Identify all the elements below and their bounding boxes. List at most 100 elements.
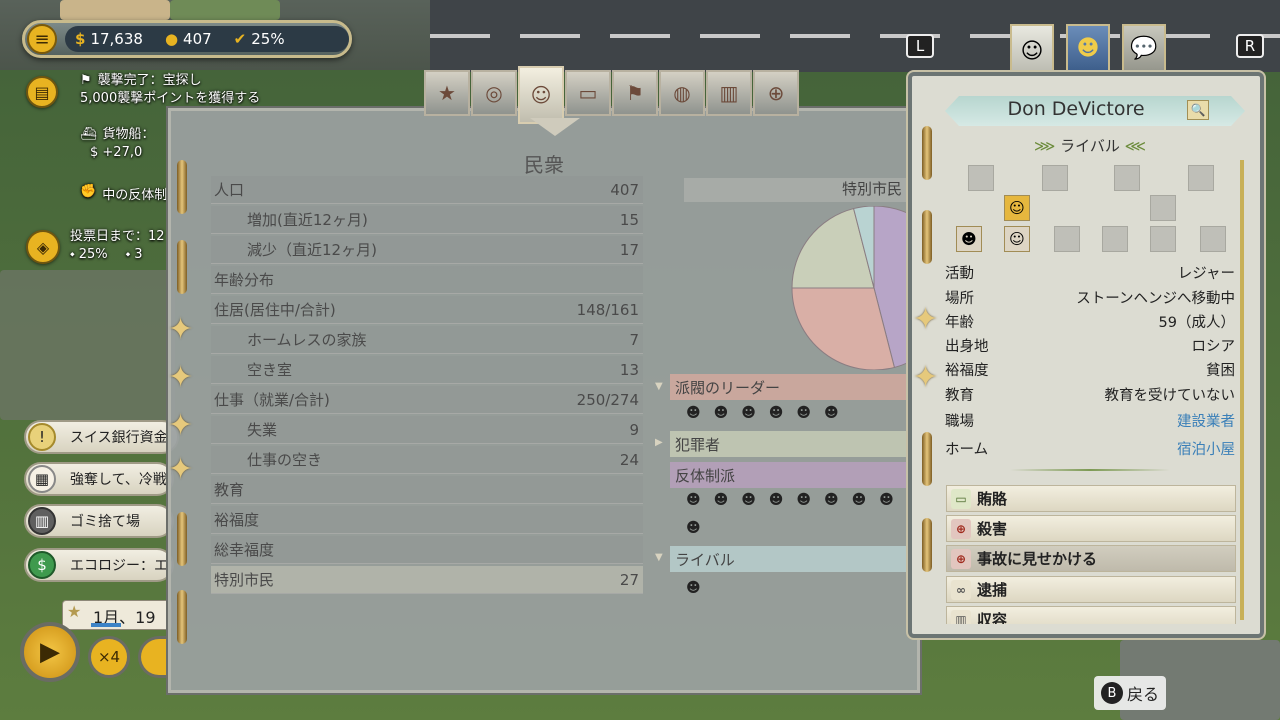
family-slot[interactable] xyxy=(1054,226,1080,252)
family-slot[interactable] xyxy=(1150,226,1176,252)
expand-triangle[interactable]: ▼ xyxy=(655,552,663,563)
left-menu-item-mission[interactable]: ▦ 強奪して、冷戦 xyxy=(24,462,174,496)
rebel-text: 中の反体制 xyxy=(102,188,168,203)
date-star-icon: ★ xyxy=(67,602,82,621)
tab-wreath-icon[interactable]: ◎ xyxy=(471,70,517,116)
special-citizens-header: 特別市民 xyxy=(684,178,908,202)
group-rivals[interactable]: ライバル xyxy=(670,546,910,572)
search-icon[interactable]: 🔍 xyxy=(1187,100,1209,120)
menu-button[interactable]: ≡ xyxy=(27,24,57,54)
workplace-link[interactable]: 建設業者 xyxy=(1177,410,1235,434)
group-rebels[interactable]: 反体制派 xyxy=(670,462,910,488)
action-kill[interactable]: ⊕ 殺害 xyxy=(946,515,1236,542)
left-menu-item-ecology[interactable]: $ エコロジー：エ xyxy=(24,548,174,582)
calendar-icon: ▦ xyxy=(28,465,56,493)
info-row-location: 場所 ストーンヘンジへ移動中 xyxy=(945,287,1235,311)
rebel-notification[interactable]: ✊ 中の反体制 xyxy=(80,184,167,203)
back-button[interactable]: B 戻る xyxy=(1094,676,1166,710)
family-slot[interactable] xyxy=(1200,226,1226,252)
ship-icon: ⛴ xyxy=(80,127,97,142)
stat-label: 失業 xyxy=(247,421,278,439)
stat-row[interactable]: 総幸福度 xyxy=(211,536,643,564)
stat-row[interactable]: 教育 xyxy=(211,476,643,504)
stat-value: 9 xyxy=(629,420,639,439)
play-button[interactable]: ▶ xyxy=(20,622,80,682)
citizen-portrait[interactable]: ☺ xyxy=(1004,195,1030,221)
resource-bar: ≡ $17,638 ● 407 ✔ 25% xyxy=(22,20,352,58)
family-slot[interactable] xyxy=(1188,165,1214,191)
tab-people-icon[interactable]: ☺ xyxy=(518,66,564,124)
stat-value: 15 xyxy=(619,210,639,229)
left-menu-item-dump[interactable]: ▥ ゴミ捨て場 xyxy=(24,504,174,538)
cargo-notification[interactable]: ⛴ 貨物船： $ +27,0 xyxy=(80,126,155,162)
stat-row[interactable]: 年齢分布 xyxy=(211,266,643,294)
stat-row: 失業 9 xyxy=(211,416,643,444)
stat-row: 減少（直近12ヶ月) 17 xyxy=(211,236,643,264)
action-arrest[interactable]: ∞ 逮捕 xyxy=(946,576,1236,603)
tab-target-icon[interactable]: ⊕ xyxy=(753,70,799,116)
raid-title: 襲撃完了：宝探し xyxy=(97,73,202,88)
stat-row-selected[interactable]: 特別市民 27 xyxy=(211,566,643,594)
r-key[interactable]: R xyxy=(1236,34,1264,58)
tab-money-icon[interactable]: ▭ xyxy=(565,70,611,116)
rival-portraits[interactable]: ☻ xyxy=(686,580,714,596)
stat-row[interactable]: 裕福度 xyxy=(211,506,643,534)
family-slot[interactable] xyxy=(1102,226,1128,252)
expand-triangle[interactable]: ▼ xyxy=(655,381,663,392)
stat-label: 特別市民 xyxy=(214,571,275,589)
action-clip: ▥ 収容 xyxy=(946,606,1236,624)
child-portrait[interactable]: ☺ xyxy=(1004,226,1030,252)
child-portrait[interactable]: ☻ xyxy=(956,226,982,252)
frame-pillar xyxy=(177,160,187,214)
home-link[interactable]: 宿泊小屋 xyxy=(1177,438,1235,462)
rebel-portraits[interactable]: ☻ xyxy=(686,520,714,536)
rebel-portraits[interactable]: ☻☻☻☻☻☻☻☻☻ xyxy=(686,492,934,508)
family-slot[interactable] xyxy=(1114,165,1140,191)
family-slot[interactable] xyxy=(1150,195,1176,221)
info-row-wealth: 裕福度 貧困 xyxy=(945,359,1235,383)
citizen-portrait-tab[interactable]: ☺ xyxy=(1010,24,1054,78)
raid-notification[interactable]: ⚑ 襲撃完了：宝探し 5,000襲撃ポイントを獲得する xyxy=(80,72,260,108)
group-criminals[interactable]: 犯罪者 xyxy=(670,431,910,457)
prison-icon: ▥ xyxy=(951,610,971,624)
stat-row: ホームレスの家族 7 xyxy=(211,326,643,354)
special-citizens-pie xyxy=(791,206,908,370)
theater-mask-tab[interactable]: ☻ xyxy=(1066,24,1110,72)
speed-x4-button[interactable]: ×4 xyxy=(88,636,130,678)
trash-icon: ▥ xyxy=(28,507,56,535)
citizen-scrollbar[interactable] xyxy=(1240,160,1244,620)
action-accident[interactable]: ⊕ 事故に見せかける xyxy=(946,545,1236,572)
frame-pillar xyxy=(177,240,187,294)
action-imprison[interactable]: ▥ 収容 xyxy=(946,606,1236,624)
tab-buildings-icon[interactable]: ▥ xyxy=(706,70,752,116)
stat-label: 住居(居住中/合計) xyxy=(214,301,336,319)
raid-button[interactable]: ▤ xyxy=(26,76,58,108)
tab-star-icon[interactable]: ★ xyxy=(424,70,470,116)
tab-globe-icon[interactable]: ◍ xyxy=(659,70,705,116)
info-row-activity: 活動 レジャー xyxy=(945,262,1235,286)
stat-value: 7 xyxy=(629,330,639,349)
building-block xyxy=(60,0,170,20)
stat-value: 27 xyxy=(619,570,639,589)
speech-bubble-tab[interactable]: 💬 xyxy=(1122,24,1166,72)
election-button[interactable]: ◈ xyxy=(26,230,60,264)
left-menu-item-swiss-bank[interactable]: ! スイス銀行資金 xyxy=(24,420,179,454)
tab-flag-icon[interactable]: ⚑ xyxy=(612,70,658,116)
info-row-workplace[interactable]: 職場 建設業者 xyxy=(945,410,1235,434)
family-slot[interactable] xyxy=(1042,165,1068,191)
date-progress xyxy=(91,623,121,627)
faction-leader-portraits[interactable]: ☻☻☻☻☻☻ xyxy=(686,405,852,421)
frame-star: ✦ xyxy=(913,302,939,337)
info-row-home[interactable]: ホーム 宿泊小屋 xyxy=(945,438,1235,462)
election-notification[interactable]: 投票日まで：12 ⬩ 25% ⬩ 3 xyxy=(70,228,165,264)
rubble-area xyxy=(0,270,175,420)
expand-triangle[interactable]: ▶ xyxy=(655,437,663,448)
family-slot[interactable] xyxy=(968,165,994,191)
frame-pillar xyxy=(922,210,932,264)
l-key[interactable]: L xyxy=(906,34,934,58)
group-faction-leaders[interactable]: 派閥のリーダー xyxy=(670,374,910,400)
stat-value: 24 xyxy=(619,450,639,469)
info-row-origin: 出身地 ロシア xyxy=(945,335,1235,359)
action-bribe[interactable]: ▭ 賄賂 xyxy=(946,485,1236,512)
action-label: 事故に見せかける xyxy=(977,550,1098,568)
